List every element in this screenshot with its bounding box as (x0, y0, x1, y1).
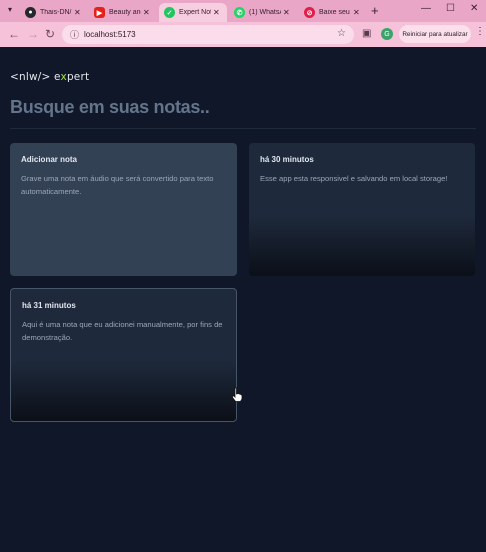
restart-update-button[interactable]: Reiniciar para atualizar (399, 25, 471, 43)
forward-icon[interactable]: → (27, 27, 39, 41)
address-bar[interactable]: ⓘ localhost:5173 ☆ (62, 25, 354, 44)
tab-strip: ▾ ● Thais-DN/ ✕ ▶ Beauty and ✕ ✓ Expert … (0, 0, 486, 22)
note-date: há 30 minutos (260, 155, 314, 164)
logo-suffix: pert (66, 71, 90, 83)
back-icon[interactable]: ← (8, 27, 20, 41)
close-icon[interactable]: ✕ (74, 8, 81, 17)
nlw-expert-logo: <nlw/> expert (10, 71, 89, 83)
youtube-icon: ▶ (94, 7, 105, 18)
bookmark-star-icon[interactable]: ☆ (337, 28, 346, 39)
github-icon: ● (25, 7, 36, 18)
expert-favicon-icon: ✓ (164, 7, 175, 18)
tab-search-icon[interactable]: ▾ (8, 5, 12, 14)
close-icon[interactable]: ✕ (283, 8, 290, 17)
tab-title: (1) WhatsA (249, 9, 281, 16)
logo-prefix: <nlw/> e (10, 71, 61, 83)
reload-icon[interactable]: ↻ (45, 27, 55, 41)
tab-github[interactable]: ● Thais-DN/ ✕ (20, 3, 86, 22)
window-close-icon[interactable]: ✕ (470, 3, 478, 14)
add-note-description: Grave uma nota em áudio que será convert… (21, 174, 214, 196)
site-info-icon[interactable]: ⓘ (70, 28, 79, 41)
whatsapp-icon: ✆ (234, 7, 245, 18)
note-content: Esse app esta responsivel e salvando em … (260, 174, 448, 183)
note-card[interactable]: há 30 minutos Esse app esta responsivel … (249, 143, 475, 276)
new-tab-button[interactable]: + (371, 4, 379, 17)
maximize-icon[interactable]: ☐ (446, 3, 455, 14)
close-icon[interactable]: ✕ (353, 8, 360, 17)
url-text: localhost:5173 (84, 30, 136, 39)
tab-youtube[interactable]: ▶ Beauty and ✕ (89, 3, 155, 22)
tab-whatsapp[interactable]: ✆ (1) WhatsA ✕ (229, 3, 295, 22)
app-page: <nlw/> expert Adicionar nota Grave uma n… (0, 47, 486, 552)
note-card[interactable]: há 31 minutos Aqui é uma nota que eu adi… (10, 288, 237, 422)
add-note-title: Adicionar nota (21, 155, 78, 164)
side-panel-icon[interactable]: ▣ (362, 28, 371, 39)
tab-title: Beauty and (109, 9, 141, 16)
tab-download[interactable]: ⊘ Baixe seu a ✕ (299, 3, 365, 22)
hand-pointer-cursor-icon (232, 387, 243, 402)
more-menu-icon[interactable]: ⋮ (475, 26, 485, 37)
tab-title: Expert Not (179, 9, 211, 16)
tab-title: Thais-DN/ (40, 9, 72, 16)
tab-expert-notes[interactable]: ✓ Expert Not ✕ (159, 3, 227, 22)
close-icon[interactable]: ✕ (143, 8, 150, 17)
close-icon[interactable]: ✕ (213, 8, 220, 17)
note-content: Aqui é uma nota que eu adicionei manualm… (22, 320, 223, 342)
profile-avatar[interactable]: G (381, 28, 393, 40)
add-note-card[interactable]: Adicionar nota Grave uma nota em áudio q… (10, 143, 237, 276)
tab-title: Baixe seu a (319, 9, 351, 16)
note-date: há 31 minutos (22, 301, 76, 310)
block-icon: ⊘ (304, 7, 315, 18)
search-input[interactable] (10, 95, 476, 129)
minimize-icon[interactable]: — (421, 3, 431, 14)
browser-toolbar: ← → ↻ ⓘ localhost:5173 ☆ ▣ G Reiniciar p… (0, 22, 486, 47)
